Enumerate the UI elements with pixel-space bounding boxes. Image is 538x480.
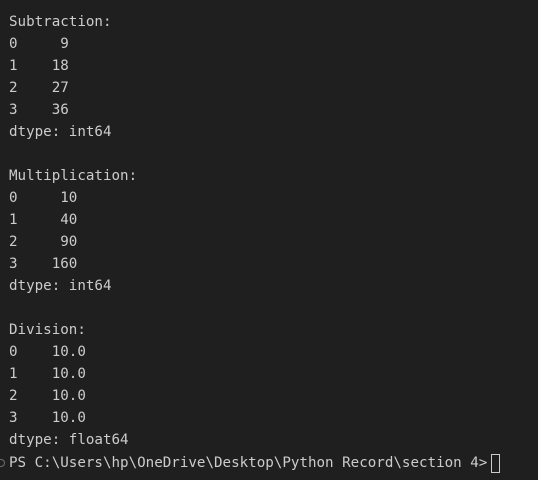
output-line: dtype: int64 [9,278,112,294]
terminal-output[interactable]: Subtraction: 0 9 1 18 2 27 3 36 dtype: i… [0,0,538,480]
output-line: Subtraction: [9,14,112,30]
output-line: 1 18 [9,58,69,74]
output-line: Division: [9,322,86,338]
prompt-line[interactable]: PS C:\Users\hp\OneDrive\Desktop\Python R… [0,452,501,474]
output-line: 2 90 [9,234,78,250]
output-line: 0 10 [9,190,78,206]
output-line: 3 36 [9,102,69,118]
command-decoration-icon[interactable] [0,459,5,467]
output-line: 0 9 [9,36,69,52]
output-line: dtype: float64 [9,432,129,448]
prompt-text: PS C:\Users\hp\OneDrive\Desktop\Python R… [9,455,488,471]
output-line: 1 10.0 [9,366,86,382]
output-line: 3 10.0 [9,410,86,426]
output-line: 0 10.0 [9,344,86,360]
output-line: Multiplication: [9,168,138,184]
output-line: dtype: int64 [9,124,112,140]
output-line: 2 10.0 [9,388,86,404]
output-line: 2 27 [9,80,69,96]
output-line: 3 160 [9,256,78,272]
output-line: 1 40 [9,212,78,228]
text-cursor [491,453,501,473]
